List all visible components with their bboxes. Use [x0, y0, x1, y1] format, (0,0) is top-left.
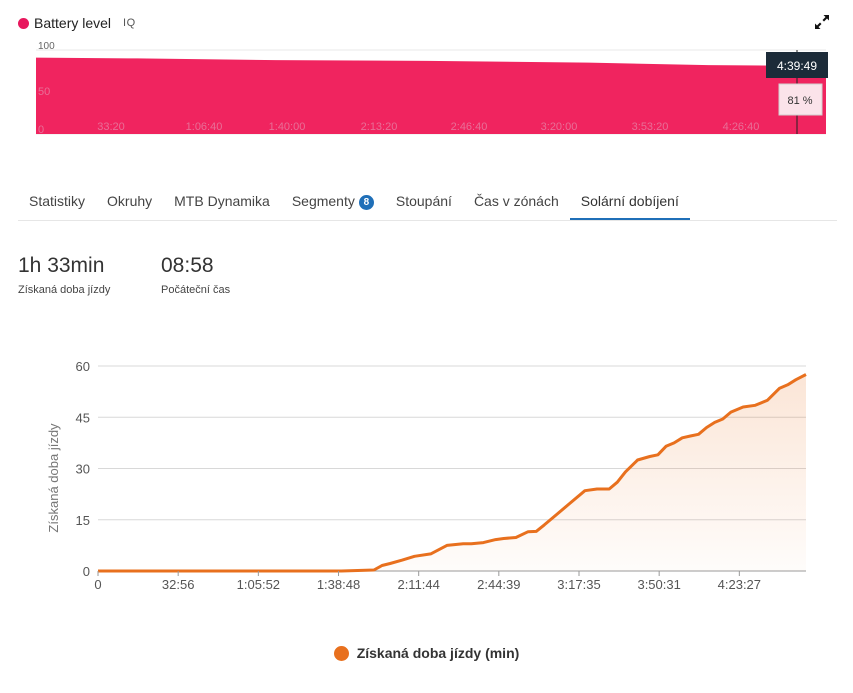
battery-level-chart[interactable]: 100 50 0 33:20 1:06:40 1:40:00 2:13:20 2:46:40…: [0, 40, 853, 140]
tab-okruhy[interactable]: Okruhy: [96, 186, 163, 219]
battery-x-tick: 3:53:20: [632, 121, 669, 133]
chart-legend[interactable]: Získaná doba jízdy (min): [0, 645, 853, 661]
tab-bar: Statistiky Okruhy MTB Dynamika Segmenty 8 Sto…: [18, 186, 837, 221]
battery-x-tick: 3:20:00: [541, 121, 578, 133]
battery-tooltip-time: 4:39:49: [766, 52, 828, 78]
stat-gained-ride-time-value: 1h 33min: [18, 254, 105, 277]
battery-x-tick: 1:40:00: [269, 121, 306, 133]
tab-label: Stoupání: [395, 193, 452, 209]
x-tick-label: 1:38:48: [317, 577, 360, 592]
x-tick-label: 3:50:31: [637, 577, 680, 592]
y-axis-title: Získaná doba jízdy: [46, 423, 61, 533]
y-tick-label: 30: [76, 462, 90, 477]
gained-time-area: [98, 374, 806, 571]
battery-x-tick: 2:46:40: [451, 121, 488, 133]
tab-mtb-dynamika[interactable]: MTB Dynamika: [163, 186, 281, 219]
tab-label: Segmenty: [291, 193, 355, 209]
battery-tooltip-time-text: 4:39:49: [777, 59, 817, 73]
solar-charging-chart[interactable]: 0 15 30 45 60 0 32:56 1:05:52 1:38:48 2:11:44 2:4…: [0, 350, 853, 610]
x-tick-label: 4:23:27: [718, 577, 761, 592]
battery-x-tick: 4:26:40: [723, 121, 760, 133]
x-tick-label: 3:17:35: [557, 577, 600, 592]
battery-tooltip-value-text: 81 %: [787, 95, 812, 107]
stat-start-time: 08:58 Počáteční čas: [161, 254, 230, 296]
y-tick-label: 45: [76, 410, 90, 425]
battery-y-tick: 50: [38, 86, 50, 98]
x-tick-label: 1:05:52: [237, 577, 280, 592]
legend-dot: [333, 645, 349, 661]
expand-icon[interactable]: [813, 13, 831, 31]
y-tick-label: 60: [76, 359, 90, 374]
battery-x-tick: 33:20: [97, 121, 125, 133]
battery-chart-header: Battery level IQ: [18, 13, 136, 33]
tab-statistiky[interactable]: Statistiky: [18, 186, 96, 219]
tab-solarni-dobijeni[interactable]: Solární dobíjení: [569, 186, 690, 220]
tab-cas-v-zonach[interactable]: Čas v zónách: [463, 186, 570, 219]
tab-stoupani[interactable]: Stoupání: [385, 186, 463, 219]
stat-start-time-value: 08:58: [161, 254, 214, 277]
battery-level-area: [36, 57, 826, 134]
battery-y-tick: 100: [38, 41, 55, 52]
x-tick-label: 32:56: [162, 577, 195, 592]
y-tick-label: 0: [83, 564, 90, 579]
tab-label: Čas v zónách: [473, 193, 559, 209]
x-tick-label: 0: [94, 577, 101, 592]
legend-label: Získaná doba jízdy (min): [356, 645, 520, 661]
stat-start-time-label: Počáteční čas: [161, 284, 231, 296]
battery-chart-title[interactable]: Battery level: [34, 15, 111, 31]
x-tick-label: 2:11:44: [397, 577, 439, 592]
tab-label: Okruhy: [107, 193, 153, 209]
stat-gained-ride-time: 1h 33min Získaná doba jízdy: [18, 254, 110, 296]
battery-x-tick: 2:13:20: [361, 121, 398, 133]
tab-label: Solární dobíjení: [580, 193, 679, 209]
battery-x-tick: 1:06:40: [186, 121, 223, 133]
x-tick-label: 2:44:39: [477, 577, 520, 592]
tab-label: MTB Dynamika: [174, 193, 270, 209]
battery-tooltip-value: 81 %: [778, 83, 823, 116]
battery-legend-dot[interactable]: [18, 17, 29, 29]
stat-gained-ride-time-label: Získaná doba jízdy: [18, 284, 111, 296]
tab-segmenty[interactable]: Segmenty 8: [281, 186, 385, 219]
tab-label: Statistiky: [29, 193, 86, 209]
battery-y-tick: 0: [38, 124, 44, 136]
iq-badge: IQ: [123, 17, 136, 29]
y-tick-label: 15: [76, 513, 90, 528]
tab-count-badge: 8: [358, 195, 374, 210]
